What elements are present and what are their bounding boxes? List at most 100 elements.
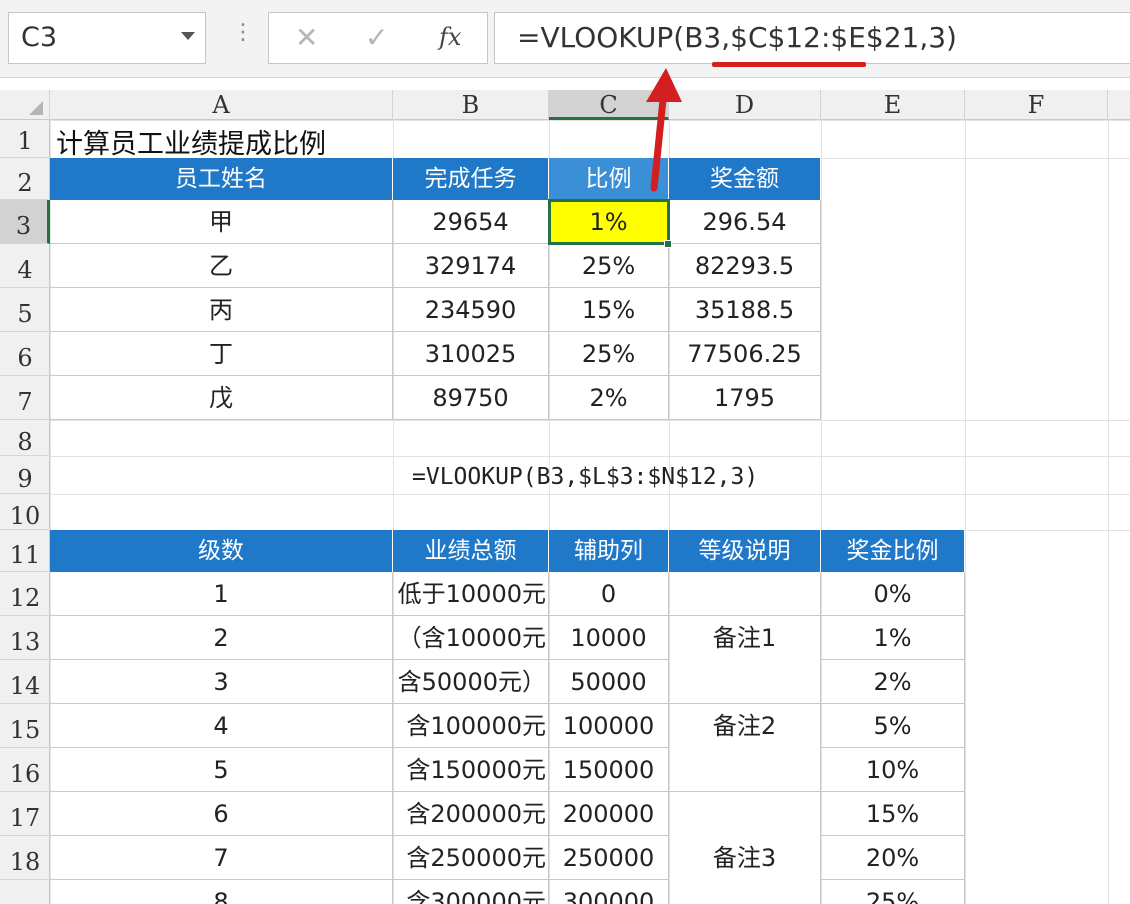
- chevron-down-icon[interactable]: [181, 32, 195, 40]
- table-cell[interactable]: 备注3: [669, 792, 821, 904]
- enter-icon[interactable]: ✓: [365, 21, 388, 54]
- formula-note[interactable]: =VLOOKUP(B3,$L$3:$N$12,3): [412, 464, 758, 490]
- table-cell[interactable]: 含200000元: [393, 792, 549, 836]
- table-cell[interactable]: 20%: [821, 836, 965, 880]
- worksheet-grid[interactable]: 计算员工业绩提成比例 员工姓名 完成任务 比例 奖金额 甲 29654 1% 2…: [50, 120, 1130, 904]
- table-cell[interactable]: 89750: [393, 376, 549, 420]
- row-header[interactable]: 5: [0, 288, 50, 332]
- table-cell[interactable]: 200000: [549, 792, 669, 836]
- table-cell[interactable]: 2: [50, 616, 393, 660]
- table-cell[interactable]: 7: [50, 836, 393, 880]
- table-cell[interactable]: 25%: [549, 244, 669, 288]
- table2-header-total[interactable]: 业绩总额: [393, 530, 549, 572]
- table-cell[interactable]: 4: [50, 704, 393, 748]
- row-header[interactable]: 7: [0, 376, 50, 420]
- sheet-title[interactable]: 计算员工业绩提成比例: [56, 122, 326, 161]
- table-cell[interactable]: 备注1: [669, 616, 821, 704]
- table-cell[interactable]: 50000: [549, 660, 669, 704]
- table-cell[interactable]: 丁: [50, 332, 393, 376]
- gridline: [50, 494, 1130, 495]
- cancel-icon[interactable]: ✕: [295, 21, 318, 54]
- table-cell[interactable]: 1795: [669, 376, 821, 420]
- column-header-f[interactable]: F: [965, 90, 1108, 120]
- table2-header-helper[interactable]: 辅助列: [549, 530, 669, 572]
- row-header[interactable]: 8: [0, 420, 50, 456]
- row-header-bar: 1 2 3 4 5 6 7 8 9 10 11 12 13 14 15 16 1…: [0, 120, 50, 904]
- column-header-e[interactable]: E: [821, 90, 965, 120]
- table-cell[interactable]: 310025: [393, 332, 549, 376]
- table-cell[interactable]: 10%: [821, 748, 965, 792]
- column-header-b[interactable]: B: [393, 90, 549, 120]
- table-cell[interactable]: 150000: [549, 748, 669, 792]
- row-header[interactable]: 12: [0, 572, 50, 616]
- table-cell[interactable]: 300000: [549, 880, 669, 904]
- table-cell[interactable]: 甲: [50, 200, 393, 244]
- table-cell[interactable]: 25%: [549, 332, 669, 376]
- row-header[interactable]: 2: [0, 158, 50, 200]
- table-cell[interactable]: 2%: [549, 376, 669, 420]
- table-cell[interactable]: 5: [50, 748, 393, 792]
- table2-header-rate[interactable]: 奖金比例: [821, 530, 965, 572]
- table-cell[interactable]: 6: [50, 792, 393, 836]
- row-header[interactable]: 10: [0, 494, 50, 530]
- table-cell[interactable]: 含300000元: [393, 880, 549, 904]
- table-cell[interactable]: 250000: [549, 836, 669, 880]
- table-cell[interactable]: 含150000元: [393, 748, 549, 792]
- table-cell[interactable]: 10000: [549, 616, 669, 660]
- table-cell[interactable]: 3: [50, 660, 393, 704]
- table-cell[interactable]: 329174: [393, 244, 549, 288]
- table-cell[interactable]: 丙: [50, 288, 393, 332]
- table-cell[interactable]: 35188.5: [669, 288, 821, 332]
- column-header-a[interactable]: A: [50, 90, 393, 120]
- table-cell[interactable]: 乙: [50, 244, 393, 288]
- table2-header-level[interactable]: 级数: [50, 530, 393, 572]
- table-cell[interactable]: 含50000元）: [393, 660, 549, 704]
- table-cell[interactable]: 1: [50, 572, 393, 616]
- table-cell[interactable]: （含10000元: [393, 616, 549, 660]
- table-cell[interactable]: 5%: [821, 704, 965, 748]
- row-header[interactable]: 9: [0, 456, 50, 494]
- table-cell[interactable]: 0%: [821, 572, 965, 616]
- row-header[interactable]: 11: [0, 530, 50, 572]
- table1-header-name[interactable]: 员工姓名: [50, 158, 393, 200]
- table-cell[interactable]: [669, 572, 821, 616]
- table2-header-desc[interactable]: 等级说明: [669, 530, 821, 572]
- table-cell[interactable]: 100000: [549, 704, 669, 748]
- table-cell[interactable]: 0: [549, 572, 669, 616]
- table-cell[interactable]: 戊: [50, 376, 393, 420]
- row-header[interactable]: 15: [0, 704, 50, 748]
- insert-function-icon[interactable]: fx: [439, 23, 461, 51]
- row-header[interactable]: 1: [0, 120, 50, 158]
- table-cell[interactable]: 1%: [821, 616, 965, 660]
- more-options-icon[interactable]: ⋮: [232, 22, 254, 44]
- row-header[interactable]: 16: [0, 748, 50, 792]
- table1-header-task[interactable]: 完成任务: [393, 158, 549, 200]
- table-cell[interactable]: 82293.5: [669, 244, 821, 288]
- table-cell[interactable]: 低于10000元: [393, 572, 549, 616]
- table-cell[interactable]: 25%: [821, 880, 965, 904]
- row-header[interactable]: 17: [0, 792, 50, 836]
- name-box[interactable]: C3: [8, 12, 206, 64]
- table-cell[interactable]: 备注2: [669, 704, 821, 792]
- table-cell[interactable]: 77506.25: [669, 332, 821, 376]
- row-header[interactable]: 3: [0, 200, 50, 244]
- table-cell[interactable]: 含100000元: [393, 704, 549, 748]
- table-cell[interactable]: 15%: [549, 288, 669, 332]
- row-header[interactable]: 6: [0, 332, 50, 376]
- table-cell[interactable]: 15%: [821, 792, 965, 836]
- formula-input[interactable]: =VLOOKUP(B3,$C$12:$E$21,3): [494, 12, 1130, 64]
- row-header[interactable]: 14: [0, 660, 50, 704]
- name-box-value: C3: [21, 22, 58, 53]
- fill-handle[interactable]: [664, 240, 672, 248]
- table-cell[interactable]: 2%: [821, 660, 965, 704]
- row-header[interactable]: 4: [0, 244, 50, 288]
- table-cell[interactable]: 296.54: [669, 200, 821, 244]
- table-cell[interactable]: 29654: [393, 200, 549, 244]
- row-header[interactable]: 18: [0, 836, 50, 880]
- table-cell[interactable]: 8: [50, 880, 393, 904]
- table-cell[interactable]: 234590: [393, 288, 549, 332]
- formula-text: =VLOOKUP(B3,$C$12:$E$21,3): [517, 21, 957, 54]
- select-all-corner[interactable]: [0, 90, 50, 120]
- row-header[interactable]: 13: [0, 616, 50, 660]
- table-cell[interactable]: 含250000元: [393, 836, 549, 880]
